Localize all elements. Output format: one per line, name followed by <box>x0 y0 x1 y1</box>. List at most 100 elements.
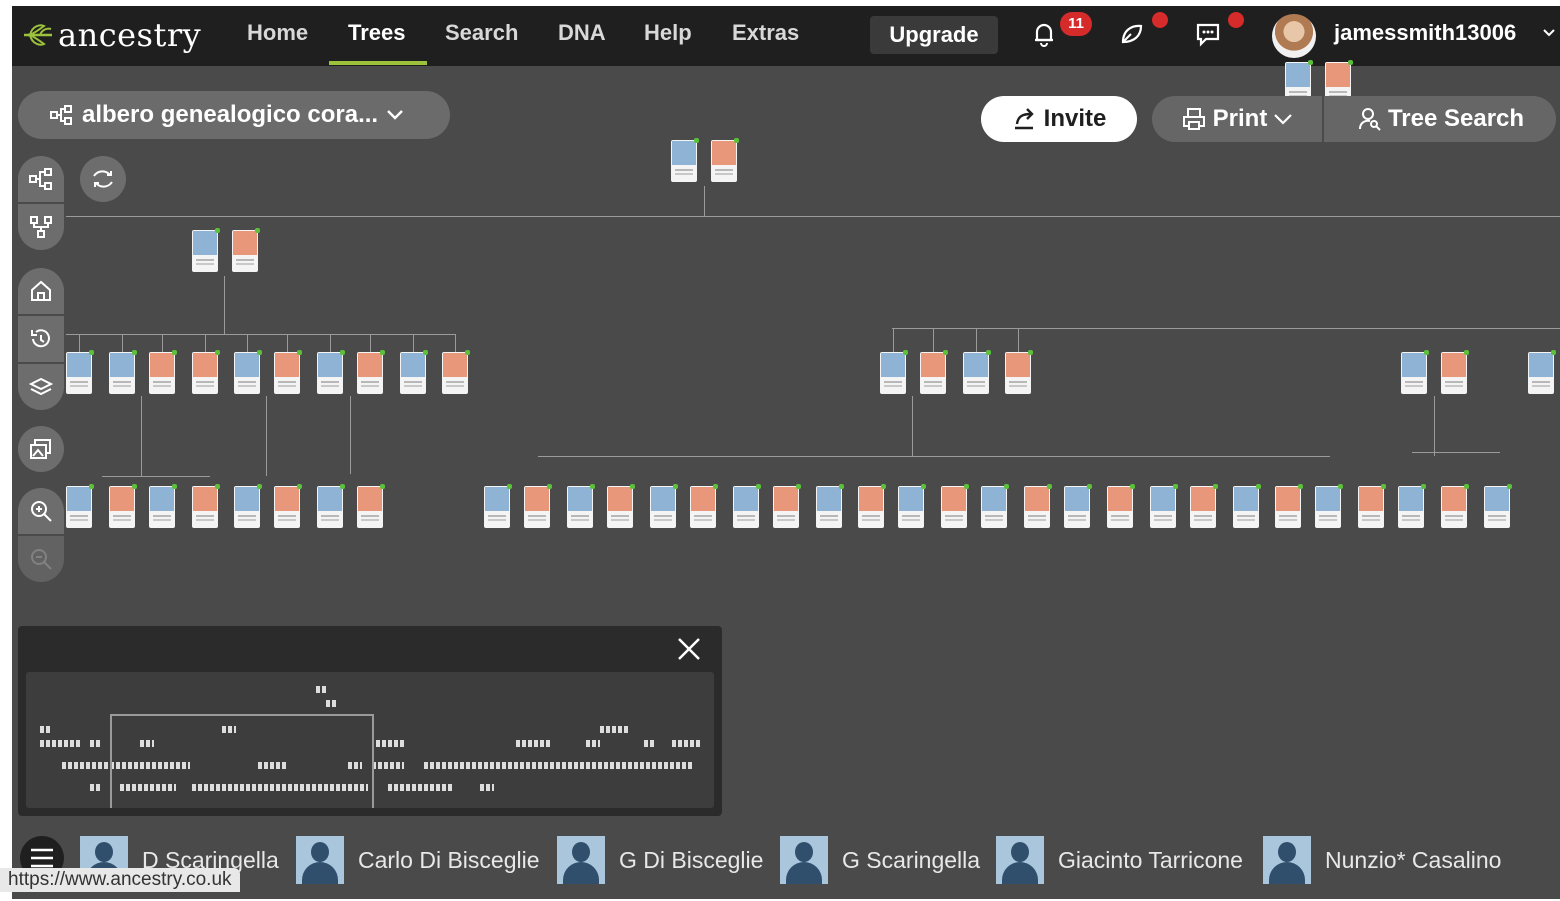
chevron-down-icon[interactable] <box>1542 26 1556 40</box>
person-details <box>654 515 672 517</box>
person-card[interactable] <box>234 484 262 528</box>
person-card[interactable] <box>1107 484 1135 528</box>
nav-search[interactable]: Search <box>445 20 518 46</box>
messages-icon[interactable] <box>1194 20 1222 48</box>
home-icon <box>31 280 51 301</box>
person-card[interactable] <box>1275 484 1303 528</box>
tree-selector-dropdown[interactable]: albero genealogico cora... <box>18 91 450 139</box>
person-card[interactable] <box>858 484 886 528</box>
person-card[interactable] <box>274 350 302 394</box>
nav-help[interactable]: Help <box>644 20 692 46</box>
person-card[interactable] <box>1233 484 1261 528</box>
person-card[interactable] <box>274 484 302 528</box>
person-card[interactable] <box>357 484 385 528</box>
recent-person[interactable]: Giacinto Tarricone <box>996 836 1243 884</box>
person-card[interactable] <box>524 484 552 528</box>
person-card[interactable] <box>1484 484 1512 528</box>
person-card[interactable] <box>1398 484 1426 528</box>
nav-trees[interactable]: Trees <box>348 20 406 46</box>
ancestry-logo[interactable]: ancestry <box>22 16 201 54</box>
person-card[interactable] <box>607 484 635 528</box>
person-card[interactable] <box>1024 484 1052 528</box>
layers-button[interactable] <box>18 364 64 410</box>
person-card[interactable] <box>941 484 969 528</box>
tree-connector-line <box>162 334 163 352</box>
zoom-out-button[interactable] <box>18 536 64 582</box>
person-photo-icon <box>67 487 91 511</box>
person-card[interactable] <box>1190 484 1218 528</box>
print-button[interactable]: Print <box>1152 96 1322 142</box>
minimap-viewport[interactable] <box>110 714 374 808</box>
person-card[interactable] <box>1005 350 1033 394</box>
person-card[interactable] <box>880 350 908 394</box>
person-photo-icon <box>150 353 174 377</box>
tree-connector-line <box>287 334 288 352</box>
person-card[interactable] <box>816 484 844 528</box>
person-card[interactable] <box>773 484 801 528</box>
zoom-in-button[interactable] <box>18 488 64 534</box>
nav-extras[interactable]: Extras <box>732 20 799 46</box>
person-card[interactable] <box>920 350 948 394</box>
person-card[interactable] <box>1401 350 1429 394</box>
person-card[interactable] <box>1528 350 1556 394</box>
tree-search-button[interactable]: Tree Search <box>1324 96 1556 142</box>
person-card[interactable] <box>317 484 345 528</box>
person-card[interactable] <box>1358 484 1386 528</box>
nav-dna[interactable]: DNA <box>558 20 606 46</box>
tree-canvas[interactable] <box>12 60 1560 626</box>
person-card[interactable] <box>149 484 177 528</box>
tree-search-label: Tree Search <box>1387 105 1525 132</box>
username-label[interactable]: jamessmith13006 <box>1334 20 1516 46</box>
recent-person[interactable]: G Scaringella <box>780 836 980 884</box>
invite-button[interactable]: Invite <box>981 96 1137 142</box>
person-card[interactable] <box>484 484 512 528</box>
person-card[interactable] <box>567 484 595 528</box>
user-avatar[interactable] <box>1272 14 1316 58</box>
home-person-button[interactable] <box>18 268 64 314</box>
person-card[interactable] <box>650 484 678 528</box>
recent-person[interactable]: Nunzio* Casalino <box>1263 836 1501 884</box>
history-button[interactable] <box>18 316 64 362</box>
person-card[interactable] <box>149 350 177 394</box>
person-card[interactable] <box>1441 484 1469 528</box>
leaf-hint-icon[interactable] <box>1118 20 1146 48</box>
person-card[interactable] <box>317 350 345 394</box>
person-card[interactable] <box>733 484 761 528</box>
nav-home[interactable]: Home <box>247 20 308 46</box>
person-card[interactable] <box>192 484 220 528</box>
bell-icon[interactable] <box>1030 20 1058 48</box>
person-card[interactable] <box>232 228 260 272</box>
person-card[interactable] <box>1315 484 1343 528</box>
person-card[interactable] <box>690 484 718 528</box>
pedigree-view-button[interactable] <box>18 204 64 250</box>
person-card[interactable] <box>981 484 1009 528</box>
recent-person[interactable]: Carlo Di Bisceglie <box>296 836 540 884</box>
close-icon[interactable] <box>674 634 704 664</box>
gallery-button[interactable] <box>18 426 64 472</box>
person-card[interactable] <box>711 138 739 182</box>
person-card[interactable] <box>671 138 699 182</box>
person-card[interactable] <box>66 484 94 528</box>
compare-button[interactable] <box>80 156 126 202</box>
person-card[interactable] <box>963 350 991 394</box>
person-card[interactable] <box>109 484 137 528</box>
minimap-canvas[interactable] <box>26 672 714 808</box>
person-card[interactable] <box>357 350 385 394</box>
person-card[interactable] <box>1150 484 1178 528</box>
person-card[interactable] <box>66 350 94 394</box>
upgrade-button[interactable]: Upgrade <box>870 16 998 54</box>
hint-leaf-icon <box>172 484 177 489</box>
recent-person[interactable]: G Di Bisceglie <box>557 836 763 884</box>
hint-leaf-icon <box>215 350 220 355</box>
person-card[interactable] <box>1441 350 1469 394</box>
person-card[interactable] <box>192 350 220 394</box>
person-card[interactable] <box>109 350 137 394</box>
person-card[interactable] <box>898 484 926 528</box>
person-card[interactable] <box>400 350 428 394</box>
person-card[interactable] <box>1064 484 1092 528</box>
person-card[interactable] <box>192 228 220 272</box>
family-view-button[interactable] <box>18 156 64 202</box>
person-details <box>1488 515 1506 517</box>
person-card[interactable] <box>442 350 470 394</box>
person-card[interactable] <box>234 350 262 394</box>
